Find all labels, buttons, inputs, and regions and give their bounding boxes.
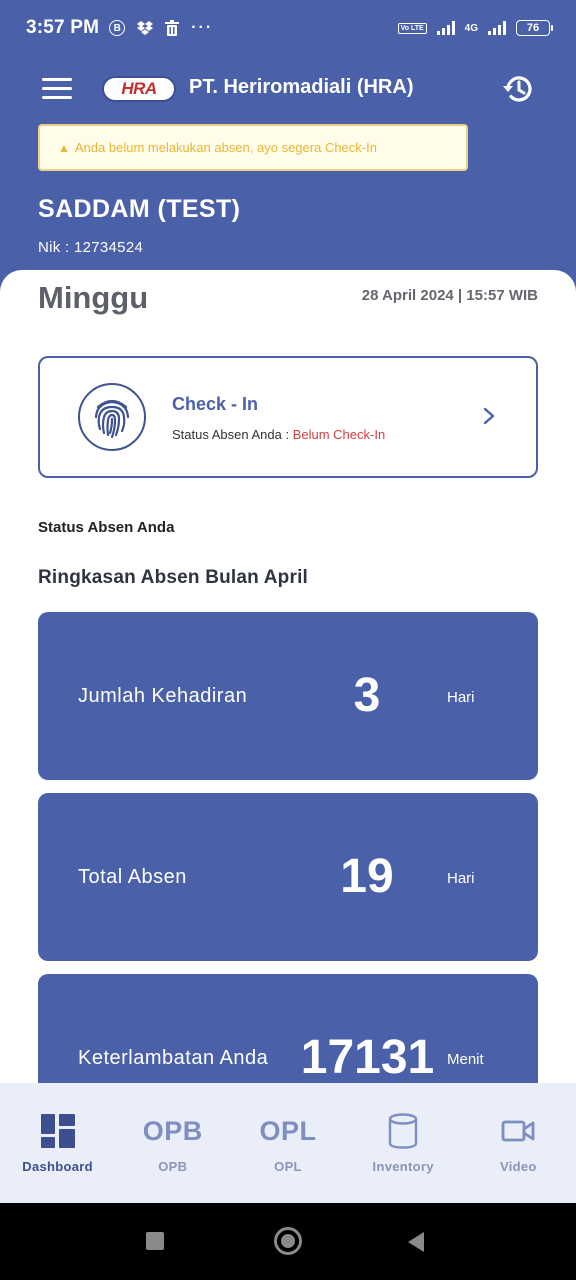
user-nik: Nik : 12734524 [38,239,144,256]
main-content[interactable]: Minggu 28 April 2024 | 15:57 WIB Check -… [0,270,576,1142]
stat-card-total-absen: Total Absen 19 Hari [38,793,538,961]
database-icon [346,1111,461,1151]
company-name: PT. Heriromadiali (HRA) [189,76,414,98]
fingerprint-icon [78,383,146,451]
nav-dashboard[interactable]: Dashboard [0,1083,115,1203]
nav-label: Video [500,1159,537,1174]
stat-label: Jumlah Kehadiran [78,685,248,707]
back-button[interactable] [406,1231,426,1258]
stat-label: Keterlambatan Anda [78,1047,269,1069]
stat-unit: Hari [447,689,475,706]
status-bar: 3:57 PM B ··· Vo LTE 4G 76 [0,0,576,56]
user-name: SADDAM (TEST) [38,195,241,223]
recent-apps-button[interactable] [146,1232,164,1250]
checkin-status-value: Belum Check-In [292,427,386,442]
network-type: 4G [464,22,478,34]
home-button[interactable] [274,1227,302,1255]
nav-opl[interactable]: OPL OPL [230,1083,345,1203]
nav-inventory[interactable]: Inventory [346,1083,461,1203]
nav-label: OPL [274,1159,302,1174]
history-button[interactable] [500,71,536,107]
stat-unit: Hari [447,870,475,887]
history-icon [503,76,532,102]
current-datetime: 28 April 2024 | 15:57 WIB [361,287,538,304]
nav-label: OPB [158,1159,188,1174]
dropbox-icon [137,21,154,35]
alert-text: Anda belum melakukan absen, ayo segera C… [74,140,377,155]
b-badge-icon: B [109,20,126,36]
opl-icon: OPL [259,1115,317,1146]
chevron-right-icon [483,407,495,425]
stat-value: 3 [353,669,381,722]
nav-label: Inventory [372,1159,434,1174]
menu-button[interactable] [42,78,72,100]
checkin-status: Status Absen Anda : Belum Check-In [172,427,386,442]
day-name: Minggu [38,280,149,315]
video-camera-icon [461,1111,576,1151]
dashboard-grid-icon [0,1111,115,1151]
status-absen-label: Status Absen Anda [38,519,175,536]
summary-title: Ringkasan Absen Bulan April [38,567,309,588]
warning-icon: ▲ [58,140,70,155]
stat-card-kehadiran: Jumlah Kehadiran 3 Hari [38,612,538,780]
company-logo: HRA [102,76,176,102]
clock: 3:57 PM [26,17,100,38]
bottom-nav: Dashboard OPB OPB OPL OPL Inventory Vide… [0,1083,576,1203]
stat-value: 19 [340,850,394,903]
signal-icon-2 [488,21,506,35]
app-header: HRA PT. Heriromadiali (HRA) ▲ Anda belum… [0,56,576,296]
back-triangle-icon [408,1232,424,1252]
nav-opb[interactable]: OPB OPB [115,1083,230,1203]
volte-icon: Vo LTE [397,22,427,34]
battery-icon: 76 [516,20,553,36]
checkin-alert: ▲ Anda belum melakukan absen, ayo segera… [38,124,468,171]
trash-icon [165,20,180,36]
nav-label: Dashboard [22,1159,93,1174]
system-navigation-bar [0,1203,576,1280]
stat-unit: Menit [447,1051,484,1068]
checkin-title: Check - In [172,394,259,414]
signal-icon [436,21,455,35]
nav-video[interactable]: Video [461,1083,576,1203]
opb-icon: OPB [142,1115,203,1146]
checkin-card[interactable]: Check - In Status Absen Anda : Belum Che… [38,356,538,478]
stat-value: 17131 [300,1031,435,1084]
more-dots-icon: ··· [191,19,214,36]
stat-label: Total Absen [78,866,187,888]
